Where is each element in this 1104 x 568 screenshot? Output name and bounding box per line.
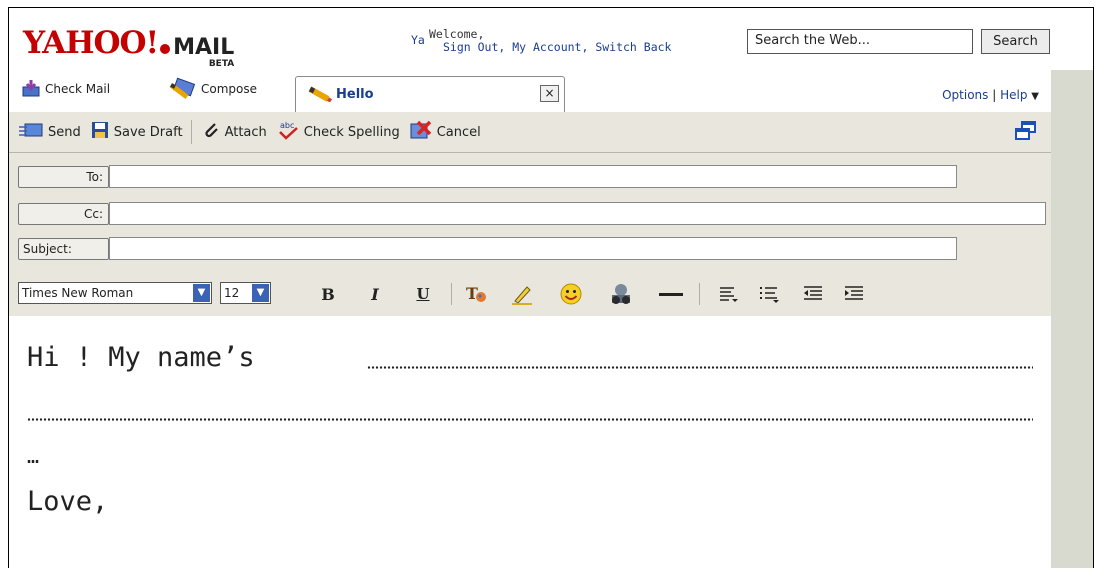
check-mail-button[interactable]: Check Mail	[21, 77, 110, 101]
save-icon	[91, 121, 109, 143]
body-line-love: Love,	[27, 486, 109, 517]
horizontal-rule-icon	[659, 293, 683, 296]
fill-in-dotted-line	[367, 366, 1033, 369]
font-family-value: Times New Roman	[22, 286, 134, 300]
logo-dot	[160, 44, 171, 54]
italic-button[interactable]: I	[365, 281, 385, 307]
bullet-list-icon	[760, 287, 779, 303]
cancel-label: Cancel	[436, 124, 481, 140]
body-line-1: Hi ! My name’s	[27, 342, 255, 373]
text-color-button[interactable]: T	[463, 281, 489, 307]
align-icon	[720, 287, 738, 302]
cancel-icon	[410, 120, 432, 144]
options-divider: |	[992, 88, 997, 102]
yahoo-mail-logo[interactable]: YAHOO! MAIL BETA	[23, 19, 235, 70]
attach-button[interactable]: Attach	[202, 121, 267, 143]
save-draft-button[interactable]: Save Draft	[91, 121, 183, 143]
attach-label: Attach	[224, 124, 267, 140]
account-links[interactable]: Sign Out, My Account, Switch Back	[443, 41, 671, 54]
format-separator	[699, 283, 700, 305]
emoticon-button[interactable]	[558, 281, 584, 307]
help-link[interactable]: Help	[1000, 88, 1027, 102]
highlight-button[interactable]	[509, 281, 535, 307]
yahoo-wordmark: YAHOO!	[23, 25, 159, 61]
paperclip-icon	[202, 121, 220, 143]
check-spelling-button[interactable]: abc Check Spelling	[277, 120, 400, 144]
check-spelling-label: Check Spelling	[303, 124, 400, 140]
font-family-select[interactable]: Times New Roman ▼	[18, 282, 212, 304]
svg-text:abc: abc	[280, 121, 294, 130]
close-tab-button[interactable]: ×	[540, 85, 559, 102]
highlight-icon	[512, 286, 532, 305]
fill-in-dotted-line	[27, 418, 1033, 421]
options-link[interactable]: Options	[942, 88, 988, 102]
text-color-icon: T	[466, 284, 486, 303]
formatting-toolbar: Times New Roman ▼ 12 ▼ B I U T	[9, 277, 1051, 313]
search-button[interactable]: Search	[981, 29, 1050, 54]
save-draft-label: Save Draft	[113, 124, 183, 140]
font-size-value: 12	[224, 286, 240, 300]
options-help: Options | Help ▼	[942, 88, 1039, 102]
check-mail-icon	[21, 79, 41, 100]
cc-field[interactable]	[109, 202, 1046, 225]
smiley-icon	[560, 283, 582, 305]
indent-button[interactable]	[842, 281, 866, 307]
to-field[interactable]	[109, 165, 957, 188]
bold-button[interactable]: B	[318, 281, 338, 307]
compose-button[interactable]: Compose	[169, 77, 257, 101]
send-icon	[19, 122, 43, 142]
chevron-down-icon: ▼	[252, 284, 269, 302]
compose-icon	[169, 77, 197, 102]
subject-field[interactable]	[109, 237, 957, 260]
beta-label: BETA	[208, 59, 235, 69]
side-panel	[1051, 70, 1093, 568]
message-body-editor[interactable]: Hi ! My name’s … Love,	[9, 316, 1051, 568]
chevron-down-icon: ▼	[193, 284, 210, 302]
send-label: Send	[48, 124, 81, 140]
svg-text:T: T	[466, 284, 478, 303]
to-button[interactable]: To:	[18, 166, 109, 188]
mail-window: YAHOO! MAIL BETA Ya Welcome, Sign Out, M…	[8, 7, 1094, 568]
check-mail-label: Check Mail	[45, 82, 111, 96]
help-dropdown-icon[interactable]: ▼	[1031, 91, 1039, 102]
underline-button[interactable]: U	[413, 281, 433, 307]
format-separator	[451, 283, 452, 305]
subject-label: Subject:	[18, 238, 109, 260]
mail-wordmark: MAIL	[173, 35, 235, 60]
insert-image-button[interactable]	[607, 281, 635, 307]
body-ellipsis: …	[27, 444, 40, 468]
cancel-button[interactable]: Cancel	[410, 120, 481, 144]
align-button[interactable]	[716, 281, 740, 307]
ya-text: Ya	[411, 33, 425, 47]
spellcheck-icon: abc	[277, 120, 299, 144]
compose-label: Compose	[201, 82, 258, 96]
horizontal-rule-button[interactable]	[656, 281, 686, 307]
send-button[interactable]: Send	[19, 122, 81, 142]
outdent-button[interactable]	[801, 281, 825, 307]
tab-hello[interactable]: Hello ×	[295, 76, 565, 112]
bullet-list-button[interactable]	[757, 281, 781, 307]
font-size-select[interactable]: 12 ▼	[220, 282, 271, 304]
tab-hello-label: Hello	[336, 87, 374, 102]
outdent-icon	[804, 286, 822, 300]
compose-toolbar: Send Save Draft Attach abc Check Spellin…	[9, 112, 1051, 153]
insert-image-icon	[612, 284, 630, 304]
pencil-icon	[308, 86, 333, 106]
tab-bar: Check Mail Compose Hello × Options | Hel…	[9, 70, 1051, 114]
popout-icon	[1015, 121, 1037, 145]
popout-button[interactable]	[1015, 121, 1037, 145]
cc-button[interactable]: Cc:	[18, 203, 109, 225]
web-search-input[interactable]: Search the Web...	[747, 29, 973, 54]
toolbar-separator	[190, 120, 192, 144]
indent-icon	[845, 286, 863, 300]
message-header-fields: To: Cc: Subject: Times New Roman ▼ 12 ▼ …	[9, 153, 1051, 317]
